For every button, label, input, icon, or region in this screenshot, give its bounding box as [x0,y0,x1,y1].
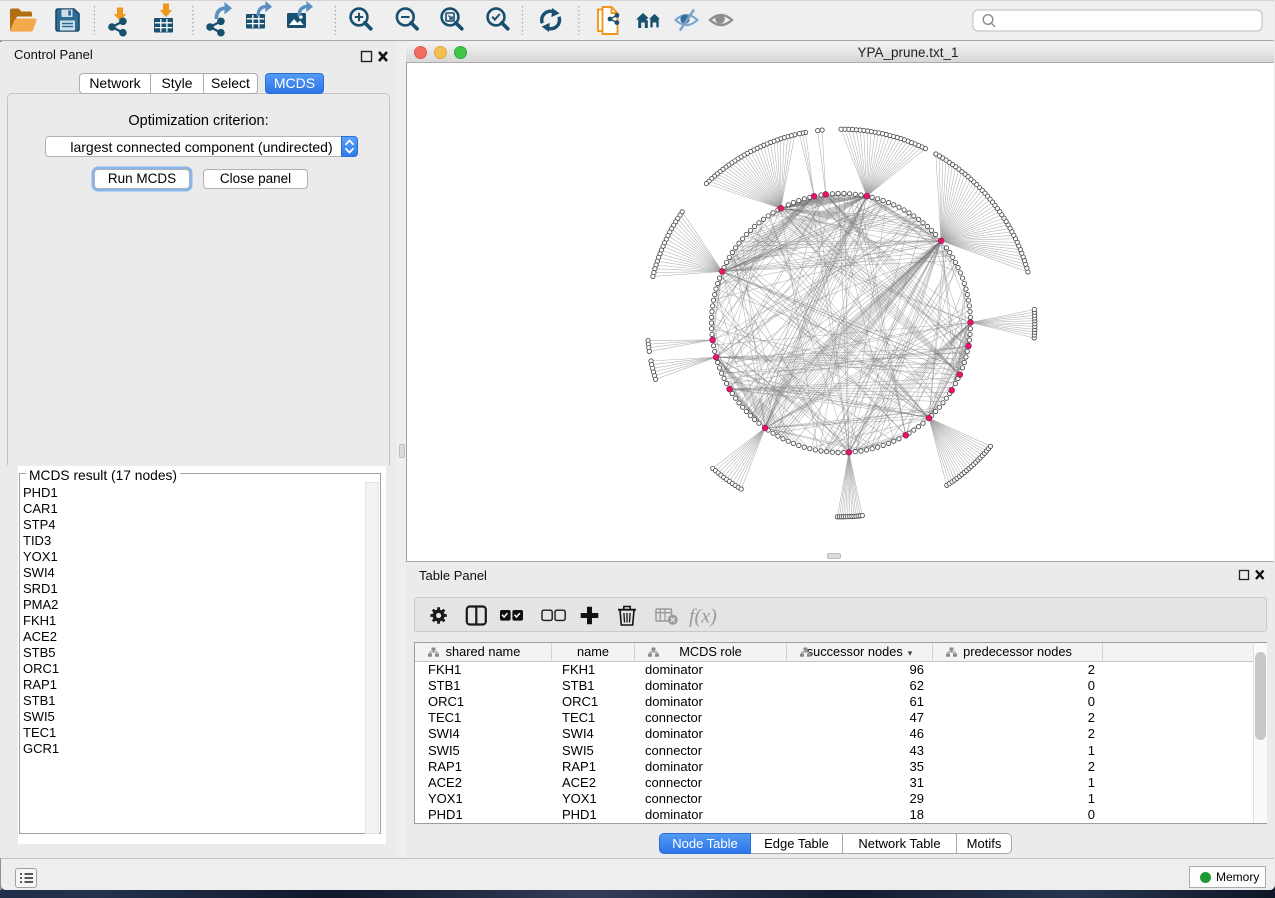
svg-text:f(x): f(x) [689,606,717,628]
